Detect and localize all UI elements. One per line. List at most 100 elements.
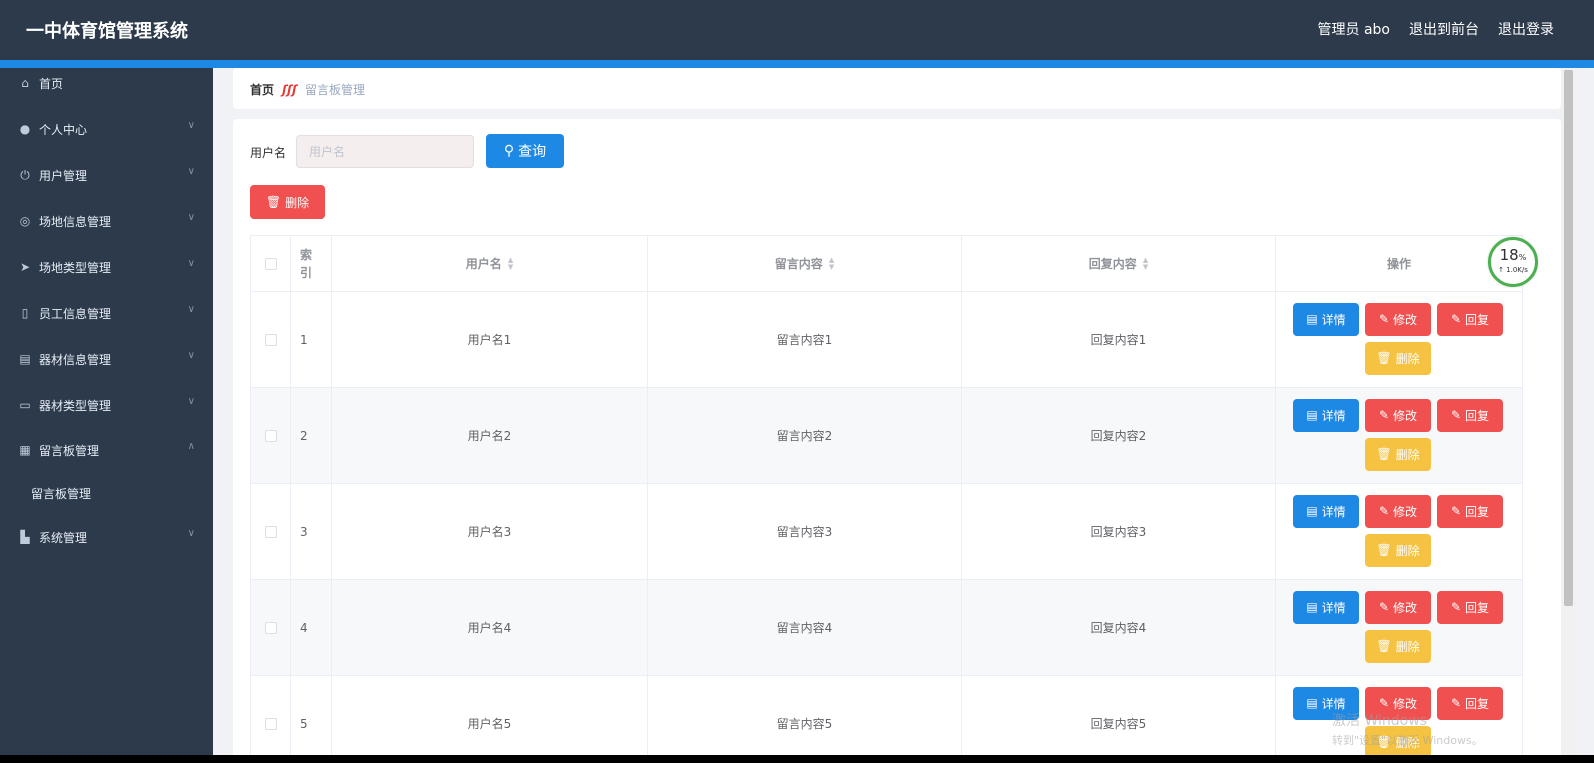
sort-icon[interactable]: ▲ ▼ bbox=[508, 256, 513, 271]
sidebar-item-system-management[interactable]: ▙ 系统管理 ∨ bbox=[0, 514, 213, 560]
delete-button[interactable]: 🗑 删除 bbox=[1365, 437, 1431, 471]
search-username-input[interactable] bbox=[296, 135, 474, 168]
sort-icon[interactable]: ▲ ▼ bbox=[1143, 256, 1148, 271]
sidebar-item-label: 场地类型管理 bbox=[39, 260, 112, 275]
header-message[interactable]: 留言内容 ▲ ▼ bbox=[648, 236, 962, 291]
page-scrollbar[interactable] bbox=[1561, 68, 1577, 755]
row-reply: 回复内容5 bbox=[962, 676, 1276, 763]
watermark-line1: 激活 Windows bbox=[1332, 713, 1427, 729]
row-checkbox[interactable] bbox=[264, 717, 277, 730]
detail-button[interactable]: ▤ 详情 bbox=[1293, 302, 1359, 336]
grid-icon: ▦ bbox=[19, 443, 31, 457]
reply-button[interactable]: ✎ 回复 bbox=[1437, 398, 1503, 432]
chevron-down-icon: ∨ bbox=[187, 396, 195, 407]
sidebar-item-venue-type[interactable]: ➤ 场地类型管理 ∨ bbox=[0, 244, 213, 290]
row-index: 3 bbox=[291, 484, 332, 579]
delete-button[interactable]: 🗑 删除 bbox=[1365, 533, 1431, 567]
bulk-delete-button[interactable]: 🗑 删除 bbox=[250, 185, 325, 219]
reply-label: 回复 bbox=[1465, 408, 1490, 423]
header-reply[interactable]: 回复内容 ▲ ▼ bbox=[962, 236, 1276, 291]
sidebar-item-equipment-info[interactable]: ▤ 器材信息管理 ∨ bbox=[0, 336, 213, 382]
bulk-delete-label: 删除 bbox=[285, 195, 310, 210]
row-index: 4 bbox=[291, 580, 332, 675]
edit-button[interactable]: ✎ 修改 bbox=[1365, 590, 1431, 624]
delete-label: 删除 bbox=[1395, 639, 1420, 654]
query-button[interactable]: ⚲ 查询 bbox=[486, 134, 564, 168]
detail-button[interactable]: ▤ 详情 bbox=[1293, 398, 1359, 432]
sidebar-subitem-message-board[interactable]: 留言板管理 bbox=[0, 471, 213, 515]
sidebar-item-label: 留言板管理 bbox=[39, 443, 100, 458]
sidebar-item-label: 员工信息管理 bbox=[39, 306, 112, 321]
header-username-label: 用户名 bbox=[465, 257, 502, 271]
trash-icon: 🗑 bbox=[1376, 639, 1392, 653]
sidebar-item-home[interactable]: ⌂ 首页 bbox=[0, 60, 213, 106]
detail-button[interactable]: ▤ 详情 bbox=[1293, 590, 1359, 624]
windows-activation-watermark: 激活 Windows 转到"设置"以激活 Windows。 bbox=[1332, 711, 1483, 751]
trash-icon: 🗑 bbox=[1376, 543, 1392, 557]
delete-button[interactable]: 🗑 删除 bbox=[1365, 341, 1431, 375]
trash-icon: 🗑 bbox=[265, 195, 282, 209]
reply-label: 回复 bbox=[1465, 312, 1490, 327]
delete-button[interactable]: 🗑 删除 bbox=[1365, 629, 1431, 663]
row-checkbox-cell bbox=[251, 388, 291, 483]
network-speed-widget[interactable]: 18% ↑ 1.0K/s bbox=[1488, 237, 1538, 287]
document-icon: ▤ bbox=[1306, 600, 1318, 614]
reply-button[interactable]: ✎ 回复 bbox=[1437, 302, 1503, 336]
app-title: 一中体育馆管理系统 bbox=[26, 21, 188, 42]
breadcrumb-home[interactable]: 首页 bbox=[250, 81, 274, 98]
row-reply: 回复内容1 bbox=[962, 292, 1276, 387]
admin-user-label[interactable]: 管理员 abo bbox=[1318, 19, 1390, 39]
edit-label: 修改 bbox=[1393, 312, 1418, 327]
row-checkbox[interactable] bbox=[264, 621, 277, 634]
row-checkbox[interactable] bbox=[264, 429, 277, 442]
row-checkbox-cell bbox=[251, 484, 291, 579]
table-row: 2 用户名2 留言内容2 回复内容2 ▤ 详情 ✎ 修改 ✎ 回复 🗑 删除 bbox=[251, 388, 1523, 484]
speed-percent-value: 18 bbox=[1499, 246, 1519, 264]
row-message: 留言内容1 bbox=[648, 292, 962, 387]
sort-icon[interactable]: ▲ ▼ bbox=[829, 256, 834, 271]
search-username-label: 用户名 bbox=[250, 146, 287, 160]
sidebar-item-equipment-type[interactable]: ▭ 器材类型管理 ∨ bbox=[0, 382, 213, 428]
watermark-line2: 转到"设置"以激活 Windows。 bbox=[1332, 734, 1483, 747]
header-checkbox-cell bbox=[251, 236, 291, 291]
select-all-checkbox[interactable] bbox=[264, 257, 277, 270]
logout-link[interactable]: 退出登录 bbox=[1498, 19, 1554, 39]
row-index: 5 bbox=[291, 676, 332, 763]
exit-to-front-link[interactable]: 退出到前台 bbox=[1409, 19, 1479, 39]
table-row: 3 用户名3 留言内容3 回复内容3 ▤ 详情 ✎ 修改 ✎ 回复 🗑 删除 bbox=[251, 484, 1523, 580]
sidebar-item-label: 器材类型管理 bbox=[39, 398, 112, 413]
sidebar-item-staff-info[interactable]: ▯ 员工信息管理 ∨ bbox=[0, 290, 213, 336]
sidebar-item-user-management[interactable]: ⏻ 用户管理 ∨ bbox=[0, 152, 213, 198]
pencil-icon: ✎ bbox=[1378, 696, 1390, 710]
speed-percent: 18% bbox=[1491, 247, 1535, 266]
table-header-row: 索引 用户名 ▲ ▼ 留言内容 ▲ ▼ 回复内容 ▲ ▼ 操作 bbox=[251, 236, 1523, 292]
sidebar-item-message-board[interactable]: ▦ 留言板管理 ∧ bbox=[0, 427, 213, 473]
edit-button[interactable]: ✎ 修改 bbox=[1365, 302, 1431, 336]
pencil-icon: ✎ bbox=[1378, 408, 1390, 422]
chevron-down-icon: ∨ bbox=[187, 212, 195, 223]
row-checkbox[interactable] bbox=[264, 525, 277, 538]
header-username[interactable]: 用户名 ▲ ▼ bbox=[332, 236, 648, 291]
delete-label: 删除 bbox=[1395, 543, 1420, 558]
detail-button[interactable]: ▤ 详情 bbox=[1293, 494, 1359, 528]
reply-button[interactable]: ✎ 回复 bbox=[1437, 494, 1503, 528]
chart-icon: ▙ bbox=[20, 530, 30, 544]
reply-button[interactable]: ✎ 回复 bbox=[1437, 590, 1503, 624]
row-reply: 回复内容4 bbox=[962, 580, 1276, 675]
sidebar-item-venue-info[interactable]: ◎ 场地信息管理 ∨ bbox=[0, 198, 213, 244]
edit-button[interactable]: ✎ 修改 bbox=[1365, 494, 1431, 528]
taskbar-edge bbox=[0, 755, 1594, 763]
breadcrumb-separator: ʃʃʃ bbox=[282, 82, 297, 97]
detail-label: 详情 bbox=[1321, 504, 1346, 519]
scrollbar-thumb[interactable] bbox=[1564, 70, 1573, 606]
header-reply-label: 回复内容 bbox=[1088, 257, 1137, 271]
row-checkbox[interactable] bbox=[264, 333, 277, 346]
header-index-label: 索引 bbox=[300, 247, 313, 280]
speed-rate: ↑ 1.0K/s bbox=[1498, 266, 1528, 274]
edit-button[interactable]: ✎ 修改 bbox=[1365, 398, 1431, 432]
chevron-down-icon: ∨ bbox=[187, 350, 195, 361]
sidebar-item-personal-center[interactable]: ● 个人中心 ∨ bbox=[0, 106, 213, 152]
send-icon: ➤ bbox=[19, 260, 31, 274]
message-table: 索引 用户名 ▲ ▼ 留言内容 ▲ ▼ 回复内容 ▲ ▼ 操作 1 用户名1 留言内容… bbox=[250, 235, 1523, 763]
reply-label: 回复 bbox=[1465, 504, 1490, 519]
